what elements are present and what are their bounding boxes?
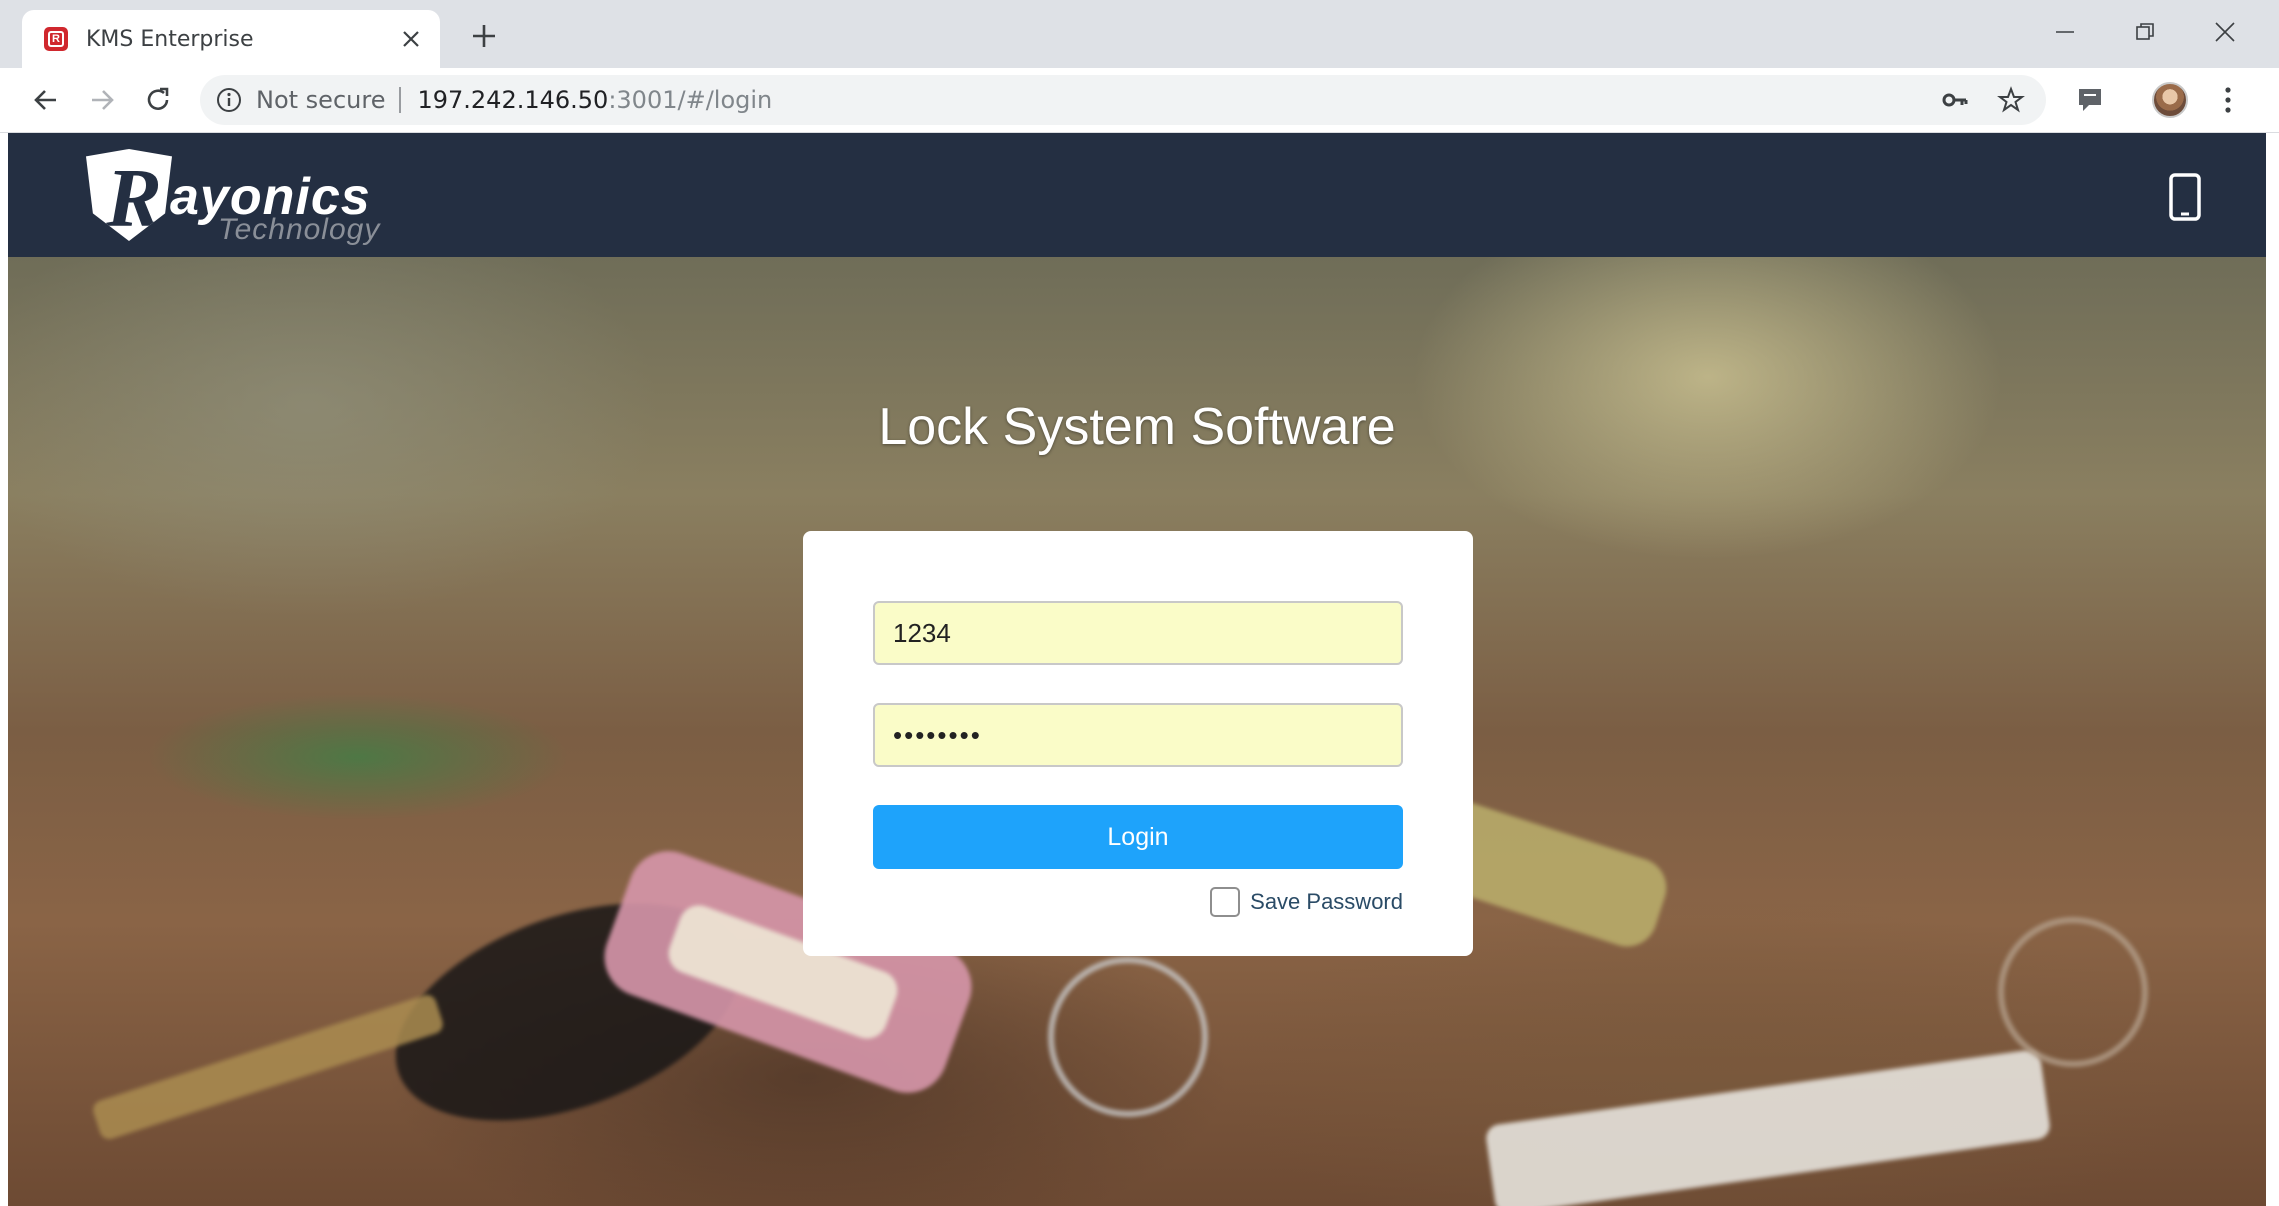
bg-keyring — [1048, 957, 1208, 1117]
top-navbar: R ayonics Technology — [8, 133, 2266, 257]
password-input[interactable] — [873, 703, 1403, 767]
browser-chrome: R KMS Enterprise Not secure 197.242.146.… — [0, 0, 2279, 133]
url-text[interactable]: 197.242.146.50:3001/#/login — [417, 86, 772, 114]
address-bar[interactable]: Not secure 197.242.146.50:3001/#/login — [200, 75, 2046, 125]
favicon-letter: R — [48, 31, 64, 47]
background-hero: Lock System Software Login Save Password — [8, 257, 2266, 1206]
close-window-icon[interactable] — [2200, 12, 2250, 52]
favicon-icon: R — [44, 27, 68, 51]
omnibox-separator — [399, 87, 402, 113]
username-input[interactable] — [873, 601, 1403, 665]
extension-icon[interactable] — [2072, 82, 2108, 118]
minimize-icon[interactable] — [2040, 12, 2090, 52]
bg-tag-white — [1484, 1048, 2052, 1206]
profile-avatar[interactable] — [2152, 82, 2188, 118]
back-icon[interactable] — [24, 78, 68, 122]
tab-close-icon[interactable] — [398, 26, 424, 52]
bookmark-star-icon[interactable] — [1996, 85, 2026, 115]
browser-toolbar: Not secure 197.242.146.50:3001/#/login — [0, 68, 2279, 133]
bg-key-brass — [90, 992, 446, 1142]
login-button[interactable]: Login — [873, 805, 1403, 869]
tab-strip: R KMS Enterprise — [0, 0, 2279, 68]
info-icon[interactable] — [216, 87, 242, 113]
rayonics-logo[interactable]: R ayonics Technology — [78, 143, 398, 249]
login-card: Login Save Password — [803, 531, 1473, 956]
new-tab-button[interactable] — [466, 18, 502, 54]
page-viewport: R ayonics Technology Lock System Softwar… — [8, 133, 2266, 1206]
forward-icon[interactable] — [80, 78, 124, 122]
page-title: Lock System Software — [878, 398, 1396, 456]
save-password-checkbox[interactable] — [1210, 887, 1241, 917]
save-password-row[interactable]: Save Password — [1210, 887, 1403, 917]
bg-keyring-right — [1998, 917, 2148, 1067]
tab-title: KMS Enterprise — [86, 26, 254, 52]
url-host: 197.242.146.50 — [417, 86, 609, 114]
browser-tab[interactable]: R KMS Enterprise — [22, 10, 440, 68]
security-label: Not secure — [256, 86, 386, 114]
logo-shield: R — [86, 149, 172, 241]
phone-icon[interactable] — [2168, 173, 2202, 221]
logo-initial: R — [105, 151, 163, 245]
reload-icon[interactable] — [136, 78, 180, 122]
menu-dots-icon[interactable] — [2210, 82, 2246, 118]
key-icon[interactable] — [1940, 85, 1970, 115]
url-path: :3001/#/login — [608, 86, 773, 114]
logo-subtitle: Technology — [218, 213, 381, 246]
save-password-label[interactable]: Save Password — [1250, 889, 1403, 915]
restore-icon[interactable] — [2120, 12, 2170, 52]
